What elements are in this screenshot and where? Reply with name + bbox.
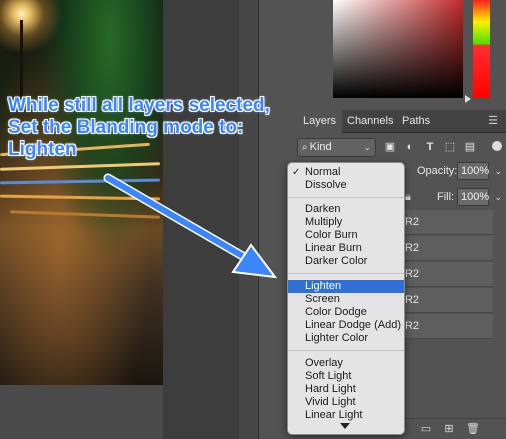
- tab-channels[interactable]: Channels: [341, 110, 399, 133]
- chevron-down-icon: ⌄: [494, 166, 502, 176]
- annotation-line-2: Set the Blanding mode to:: [8, 117, 244, 138]
- light-trail-3: [0, 178, 161, 185]
- opacity-label: Opacity:: [417, 165, 458, 177]
- annotation-line-1: While still all layers selected,: [8, 95, 270, 116]
- option-label: Darker Color: [305, 255, 368, 267]
- menu-separator: [288, 273, 404, 274]
- opacity-field[interactable]: 100% ⌄: [457, 162, 502, 180]
- option-label: Linear Burn: [305, 242, 362, 254]
- checkmark-icon: ✓: [292, 167, 301, 178]
- blend-option-linear-dodge[interactable]: Linear Dodge (Add): [288, 319, 404, 332]
- blend-option-linear-light[interactable]: Linear Light: [288, 409, 404, 422]
- lock-icon[interactable]: 🔒︎: [405, 191, 411, 204]
- hamburger-menu-icon[interactable]: ☰: [488, 116, 498, 127]
- light-trail-2: [0, 162, 161, 171]
- annotation-line-3: Lighten: [8, 139, 77, 160]
- fill-label: Fill:: [437, 191, 455, 203]
- blend-option-normal[interactable]: ✓ Normal: [288, 166, 404, 179]
- option-label: Overlay: [305, 357, 343, 369]
- blend-option-screen[interactable]: Screen: [288, 293, 404, 306]
- shape-filter-icon[interactable]: ⬚: [443, 140, 457, 154]
- hue-slider[interactable]: [473, 0, 490, 98]
- new-layer-icon[interactable]: ⊞: [442, 422, 456, 436]
- blend-option-vivid-light[interactable]: Vivid Light: [288, 396, 404, 409]
- opacity-value: 100%: [461, 165, 490, 177]
- option-label: Dissolve: [305, 179, 347, 191]
- pasteboard: [163, 0, 238, 439]
- blend-option-multiply[interactable]: Multiply: [288, 216, 404, 229]
- blend-option-lighter-color[interactable]: Lighter Color: [288, 332, 404, 345]
- option-label: Linear Light: [305, 409, 363, 421]
- option-label: Lighter Color: [305, 332, 368, 344]
- fill-value: 100%: [461, 191, 490, 203]
- menu-separator: [288, 350, 404, 351]
- trash-icon[interactable]: 🗑︎: [466, 422, 480, 436]
- hue-slider-marker[interactable]: [465, 95, 471, 103]
- light-trail-5: [9, 210, 161, 219]
- blend-option-soft-light[interactable]: Soft Light: [288, 370, 404, 383]
- blend-option-darker-color[interactable]: Darker Color: [288, 255, 404, 268]
- option-label: Multiply: [305, 216, 343, 228]
- filter-toggle-icon[interactable]: [492, 141, 502, 151]
- option-label: Color Burn: [305, 229, 358, 241]
- blend-option-lighten[interactable]: Lighten: [288, 280, 404, 293]
- chevron-down-icon: ⌄: [494, 192, 502, 202]
- lamp-post: [20, 20, 23, 100]
- option-label: Screen: [305, 293, 340, 305]
- night-street-photo: [0, 0, 163, 385]
- blend-option-overlay[interactable]: Overlay: [288, 357, 404, 370]
- option-label: Color Dodge: [305, 306, 367, 318]
- scroll-down-arrow-icon[interactable]: [340, 423, 350, 429]
- blend-option-darken[interactable]: Darken: [288, 203, 404, 216]
- option-label: Hard Light: [305, 383, 356, 395]
- light-trail-4: [0, 194, 161, 201]
- blend-option-color-burn[interactable]: Color Burn: [288, 229, 404, 242]
- fill-field[interactable]: 100% ⌄: [457, 188, 502, 206]
- option-label: Normal: [305, 166, 341, 178]
- panel-dock-strip: [238, 0, 258, 439]
- menu-separator: [288, 197, 404, 198]
- chevron-down-icon: ⌄: [363, 142, 371, 152]
- image-filter-icon[interactable]: ▣: [383, 140, 397, 154]
- option-label: Linear Dodge (Add): [305, 319, 402, 331]
- blend-option-linear-burn[interactable]: Linear Burn: [288, 242, 404, 255]
- tutorial-annotation: While still all layers selected, Set the…: [8, 95, 348, 161]
- option-label: Lighten: [305, 280, 342, 292]
- adjustment-filter-icon[interactable]: ◐: [403, 140, 417, 154]
- tab-paths[interactable]: Paths: [396, 110, 436, 133]
- blend-mode-dropdown[interactable]: ✓ Normal Dissolve Darken Multiply Color B…: [287, 162, 405, 435]
- option-label: Darken: [305, 203, 341, 215]
- type-filter-icon[interactable]: T: [423, 140, 437, 154]
- option-label: Soft Light: [305, 370, 352, 382]
- blend-option-hard-light[interactable]: Hard Light: [288, 383, 404, 396]
- blend-option-dissolve[interactable]: Dissolve: [288, 179, 404, 192]
- color-picker-field[interactable]: [333, 0, 463, 98]
- new-group-icon[interactable]: ▭: [419, 422, 433, 436]
- smart-object-filter-icon[interactable]: ▤: [463, 140, 477, 154]
- blend-option-color-dodge[interactable]: Color Dodge: [288, 306, 404, 319]
- option-label: Vivid Light: [305, 396, 356, 408]
